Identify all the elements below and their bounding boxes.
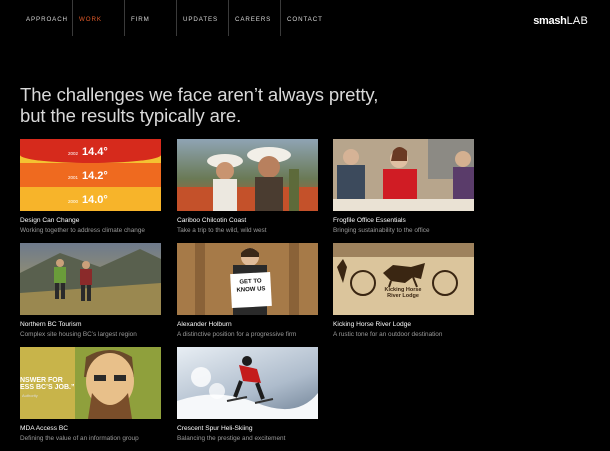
smashlab-logo[interactable]: smashLAB <box>533 15 588 27</box>
nav-updates-label: UPDATES <box>183 16 219 23</box>
project-card-kicking-horse[interactable]: Kicking Horse River Lodge Kicking Horse … <box>333 243 474 339</box>
mda-line2: ESS BC’S JOB.” <box>20 384 75 391</box>
project-description: Defining the value of an information gro… <box>20 435 139 442</box>
project-thumbnail[interactable] <box>333 139 474 211</box>
project-description: A rustic tone for an outdoor destination <box>333 331 443 338</box>
project-thumbnail[interactable]: GET TO KNOW US <box>177 243 318 315</box>
nav-updates[interactable]: UPDATES <box>176 0 218 36</box>
temp-label: 14.2° <box>82 170 108 182</box>
project-title: Crescent Spur Heli-Skiing <box>177 425 253 432</box>
project-thumbnail[interactable]: Kicking Horse River Lodge <box>333 243 474 315</box>
project-card-alexander-holburn[interactable]: GET TO KNOW US Alexander Holburn A disti… <box>177 243 318 339</box>
logo-part2: LAB <box>566 15 588 27</box>
nav-careers-label: CAREERS <box>235 16 272 23</box>
project-thumbnail[interactable] <box>177 139 318 211</box>
mda-line1: NSWER FOR <box>20 377 63 384</box>
project-card-crescent-spur[interactable]: Crescent Spur Heli-Skiing Balancing the … <box>177 347 318 443</box>
mda-sub: Authority <box>22 393 38 398</box>
sign-line1: GET TO <box>239 278 262 286</box>
logo-part1: smash <box>533 15 567 27</box>
mda-quote: NSWER FOR ESS BC’S JOB.” <box>20 377 74 391</box>
office-meeting-photo <box>333 139 474 211</box>
project-title: Design Can Change <box>20 217 80 224</box>
headline-line2: but the results typically are. <box>20 105 242 126</box>
cowboy-kids-photo <box>177 147 318 211</box>
headline-line1: The challenges we face aren’t always pre… <box>20 84 379 105</box>
project-card-cariboo[interactable]: Cariboo Chilcotin Coast Take a trip to t… <box>177 139 318 235</box>
year-label: 2000 <box>68 199 79 204</box>
project-thumbnail[interactable]: 2002 14.4° 2001 14.2° 2000 14.0° <box>20 139 161 211</box>
project-thumbnail[interactable] <box>20 243 161 315</box>
project-title: MDA Access BC <box>20 425 69 432</box>
project-title: Cariboo Chilcotin Coast <box>177 217 247 224</box>
project-thumbnail[interactable] <box>177 347 318 419</box>
page-headline: The challenges we face aren’t always pre… <box>20 84 378 126</box>
sign-line2: KNOW US <box>236 286 266 294</box>
lodge-line2: River Lodge <box>387 293 419 299</box>
lodge-name-art: Kicking Horse River Lodge <box>375 287 431 299</box>
nav-approach[interactable]: APPROACH <box>20 0 68 36</box>
project-description: Complex site housing BC’s largest region <box>20 331 137 338</box>
lodge-logo-art <box>333 243 474 315</box>
nav-work[interactable]: WORK <box>72 0 102 36</box>
project-card-mda[interactable]: NSWER FOR ESS BC’S JOB.” Authority MDA A… <box>20 347 161 443</box>
project-description: A distinctive position for a progressive… <box>177 331 297 338</box>
nav-careers[interactable]: CAREERS <box>228 0 271 36</box>
project-title: Northern BC Tourism <box>20 321 82 328</box>
project-title: Kicking Horse River Lodge <box>333 321 412 328</box>
project-description: Take a trip to the wild, wild west <box>177 227 267 234</box>
project-description: Bringing sustainability to the office <box>333 227 430 234</box>
hikers-photo <box>20 249 161 315</box>
project-title: Frogfile Office Essentials <box>333 217 406 224</box>
project-title: Alexander Holburn <box>177 321 232 328</box>
nav-contact-label: CONTACT <box>287 16 323 23</box>
know-us-sign: GET TO KNOW US <box>230 271 272 309</box>
temp-label: 14.0° <box>82 194 108 206</box>
project-description: Balancing the prestige and excitement <box>177 435 286 442</box>
temp-label: 14.4° <box>82 146 108 158</box>
nav-work-label: WORK <box>79 16 102 23</box>
nav-approach-label: APPROACH <box>26 16 68 23</box>
project-thumbnail[interactable]: NSWER FOR ESS BC’S JOB.” Authority <box>20 347 161 419</box>
nav-firm-label: FIRM <box>131 16 150 23</box>
project-card-frogfile[interactable]: Frogfile Office Essentials Bringing sust… <box>333 139 474 235</box>
skier-photo <box>177 356 318 419</box>
year-label: 2002 <box>68 151 79 156</box>
nav-contact[interactable]: CONTACT <box>280 0 323 36</box>
nav-firm[interactable]: FIRM <box>124 0 150 36</box>
project-description: Working together to address climate chan… <box>20 227 145 234</box>
project-card-northern-bc[interactable]: Northern BC Tourism Complex site housing… <box>20 243 161 339</box>
project-card-design-can-change[interactable]: 2002 14.4° 2001 14.2° 2000 14.0° Design … <box>20 139 161 235</box>
year-label: 2001 <box>68 175 79 180</box>
